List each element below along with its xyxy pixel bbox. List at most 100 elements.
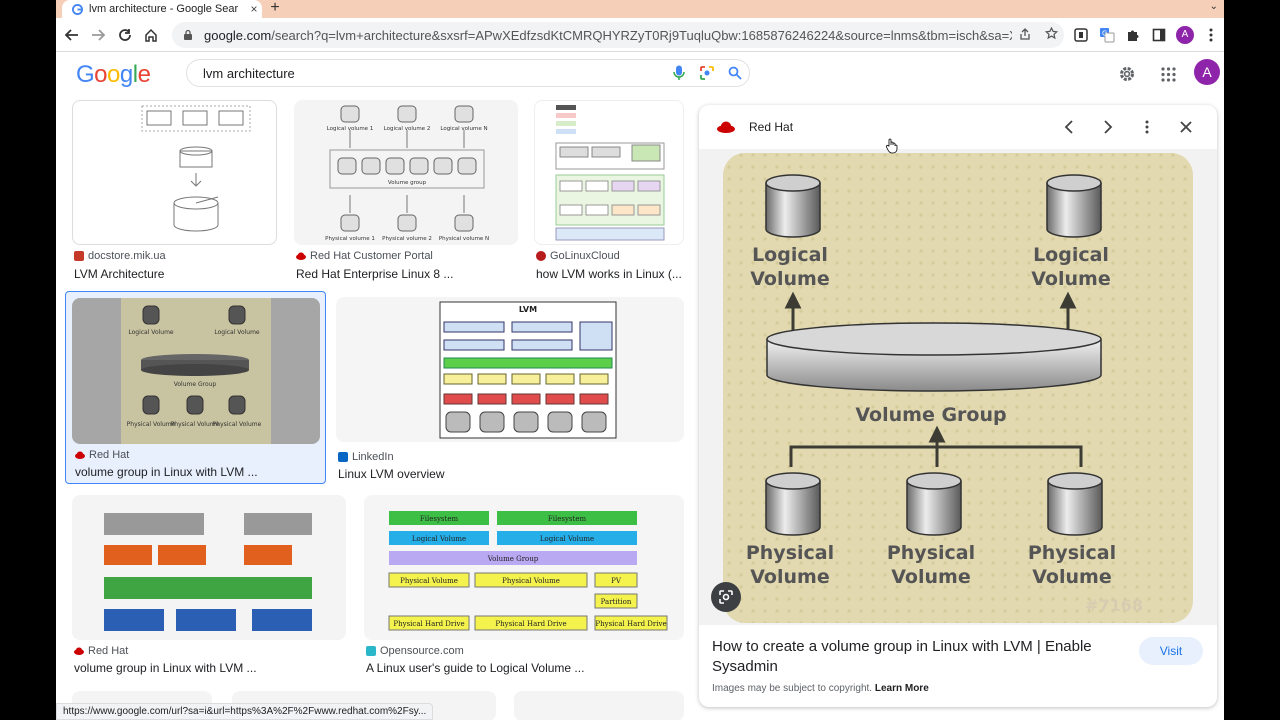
result-source-label: GoLinuxCloud: [550, 250, 620, 262]
previous-chevron-icon[interactable]: [1059, 117, 1079, 137]
result-title[interactable]: how LVM works in Linux (...: [536, 267, 686, 281]
preview-title[interactable]: How to create a volume group in Linux wi…: [712, 637, 1112, 677]
result-card-linkedin[interactable]: LVM LinkedIn Linux LVM overview: [336, 297, 684, 482]
docstore-favicon-icon: [74, 251, 84, 261]
redhat-favicon-icon: [75, 451, 85, 459]
result-title[interactable]: Red Hat Enterprise Linux 8 ...: [296, 267, 520, 281]
result-card-redhat-2[interactable]: Red Hat volume group in Linux with LVM .…: [72, 495, 346, 680]
google-favicon-icon: [72, 3, 83, 15]
forward-button[interactable]: [86, 23, 110, 47]
google-logo[interactable]: Google: [76, 61, 151, 89]
result-source-label: docstore.mik.ua: [88, 250, 166, 262]
result-title[interactable]: volume group in Linux with LVM ...: [75, 465, 320, 479]
redhat-logo-icon[interactable]: [717, 119, 735, 135]
lv-left-label-line2: Volume: [750, 268, 829, 290]
golinuxcloud-favicon-icon: [536, 251, 546, 261]
result-source[interactable]: Red Hat: [75, 449, 129, 461]
tab-google-search[interactable]: lvm architecture - Google Sear ×: [62, 0, 262, 18]
result-thumbnail[interactable]: [534, 100, 684, 245]
thumb-pv-short-label: PV: [611, 577, 622, 585]
lock-icon[interactable]: [182, 29, 194, 41]
result-title[interactable]: LVM Architecture: [74, 267, 279, 281]
result-thumbnail[interactable]: Logical volume 1 Logical volume 2 Logica…: [294, 100, 518, 245]
result-source[interactable]: Red Hat: [74, 645, 128, 657]
new-tab-button[interactable]: +: [266, 0, 284, 17]
result-card-partial-3[interactable]: [514, 691, 684, 720]
google-logo-letter: e: [137, 61, 151, 88]
google-header: Google A: [56, 53, 1224, 95]
result-thumbnail[interactable]: [72, 100, 277, 245]
tab-search-chevron-icon[interactable]: ⌄: [1210, 1, 1218, 12]
result-source[interactable]: docstore.mik.ua: [74, 250, 166, 262]
url-text[interactable]: google.com/search?q=lvm+architecture&sxs…: [204, 28, 1012, 43]
share-icon[interactable]: [1012, 27, 1038, 43]
thumb-lvn-label: Logical volume N: [440, 126, 487, 132]
preview-source[interactable]: Red Hat: [749, 120, 793, 134]
result-card-redhat-portal[interactable]: Logical volume 1 Logical volume 2 Logica…: [294, 100, 518, 285]
pv-left-label-line2: Volume: [750, 566, 829, 588]
thumb-pv1-label: Physical volume 1: [325, 236, 375, 242]
result-source[interactable]: Red Hat Customer Portal: [296, 250, 433, 262]
result-source[interactable]: Opensource.com: [366, 645, 464, 657]
result-source[interactable]: GoLinuxCloud: [536, 250, 620, 262]
lens-icon: [719, 590, 733, 604]
thumb-lv-label-2: Logical Volume: [540, 535, 594, 543]
lens-search-icon[interactable]: [693, 65, 721, 81]
tab-strip: lvm architecture - Google Sear × + ⌄: [56, 0, 1224, 18]
close-icon[interactable]: [1176, 117, 1196, 137]
preview-image-area[interactable]: Logical Volume Logical Volume Volume Gro…: [699, 149, 1217, 625]
result-card-opensource[interactable]: Filesystem Filesystem Logical Volume Log…: [364, 495, 684, 680]
thumb-pvn-label: Physical volume N: [439, 236, 489, 242]
lvm-works-diagram-thumb: [555, 104, 665, 240]
image-preview-panel: Red Hat Logical Volume Logical Volume Vo…: [699, 105, 1217, 707]
voice-search-icon[interactable]: [665, 65, 693, 81]
settings-gear-icon[interactable]: [1116, 63, 1138, 85]
result-source-label: Red Hat Customer Portal: [310, 250, 433, 262]
thumb-pv-left-label: Physical Volume: [127, 421, 176, 428]
result-thumbnail[interactable]: Logical Volume Logical Volume Volume Gro…: [72, 298, 320, 444]
reload-button[interactable]: [113, 23, 137, 47]
status-bar-url: https://www.google.com/url?sa=i&url=http…: [56, 703, 434, 720]
address-bar[interactable]: google.com/search?q=lvm+architecture&sxs…: [172, 22, 1064, 48]
hand-cursor-icon: [886, 138, 898, 154]
bookmark-star-icon[interactable]: [1038, 26, 1064, 43]
more-options-icon[interactable]: [1137, 117, 1157, 137]
side-panel-icon[interactable]: [1150, 26, 1168, 44]
result-card-redhat-selected[interactable]: Logical Volume Logical Volume Volume Gro…: [65, 291, 326, 484]
thumb-phd-label-2: Physical Hard Drive: [495, 620, 566, 628]
home-button[interactable]: [139, 23, 163, 47]
extensions-puzzle-icon[interactable]: [1124, 26, 1142, 44]
lens-search-button[interactable]: [711, 582, 741, 612]
result-card-docstore[interactable]: docstore.mik.ua LVM Architecture: [72, 100, 277, 285]
result-title[interactable]: volume group in Linux with LVM ...: [74, 661, 348, 675]
search-input[interactable]: [203, 65, 665, 81]
result-source-label: Red Hat: [89, 449, 130, 461]
search-icon[interactable]: [721, 66, 749, 80]
google-apps-icon[interactable]: [1157, 63, 1179, 85]
result-thumbnail[interactable]: [72, 495, 346, 640]
result-title[interactable]: A Linux user's guide to Logical Volume .…: [366, 661, 686, 675]
linkedin-favicon-icon: [338, 452, 348, 462]
browser-profile-avatar[interactable]: A: [1176, 26, 1194, 44]
result-thumbnail[interactable]: Filesystem Filesystem Logical Volume Log…: [364, 495, 684, 640]
visit-button[interactable]: Visit: [1139, 637, 1203, 665]
back-button[interactable]: [60, 23, 84, 47]
learn-more-link[interactable]: Learn More: [875, 683, 929, 694]
result-title[interactable]: Linux LVM overview: [338, 467, 678, 481]
next-chevron-icon[interactable]: [1098, 117, 1118, 137]
thumb-vg-label: Volume Group: [174, 381, 217, 388]
result-source[interactable]: LinkedIn: [338, 451, 394, 463]
google-account-avatar[interactable]: A: [1194, 59, 1220, 85]
copyright-text: Images may be subject to copyright.: [712, 683, 873, 694]
physical-volume-middle: [906, 472, 962, 536]
extension-shield-icon[interactable]: [1072, 26, 1090, 44]
result-thumbnail[interactable]: LVM: [336, 297, 684, 442]
result-card-golinuxcloud[interactable]: GoLinuxCloud how LVM works in Linux (...: [534, 100, 684, 285]
browser-window: lvm architecture - Google Sear × + ⌄ goo…: [56, 0, 1224, 720]
search-box[interactable]: [186, 59, 750, 87]
browser-menu-icon[interactable]: [1202, 26, 1220, 44]
pv-left-label-line1: Physical: [746, 542, 834, 564]
translate-extension-icon[interactable]: G: [1098, 26, 1116, 44]
result-thumbnail[interactable]: [514, 691, 684, 720]
tab-close-icon[interactable]: ×: [246, 2, 262, 16]
